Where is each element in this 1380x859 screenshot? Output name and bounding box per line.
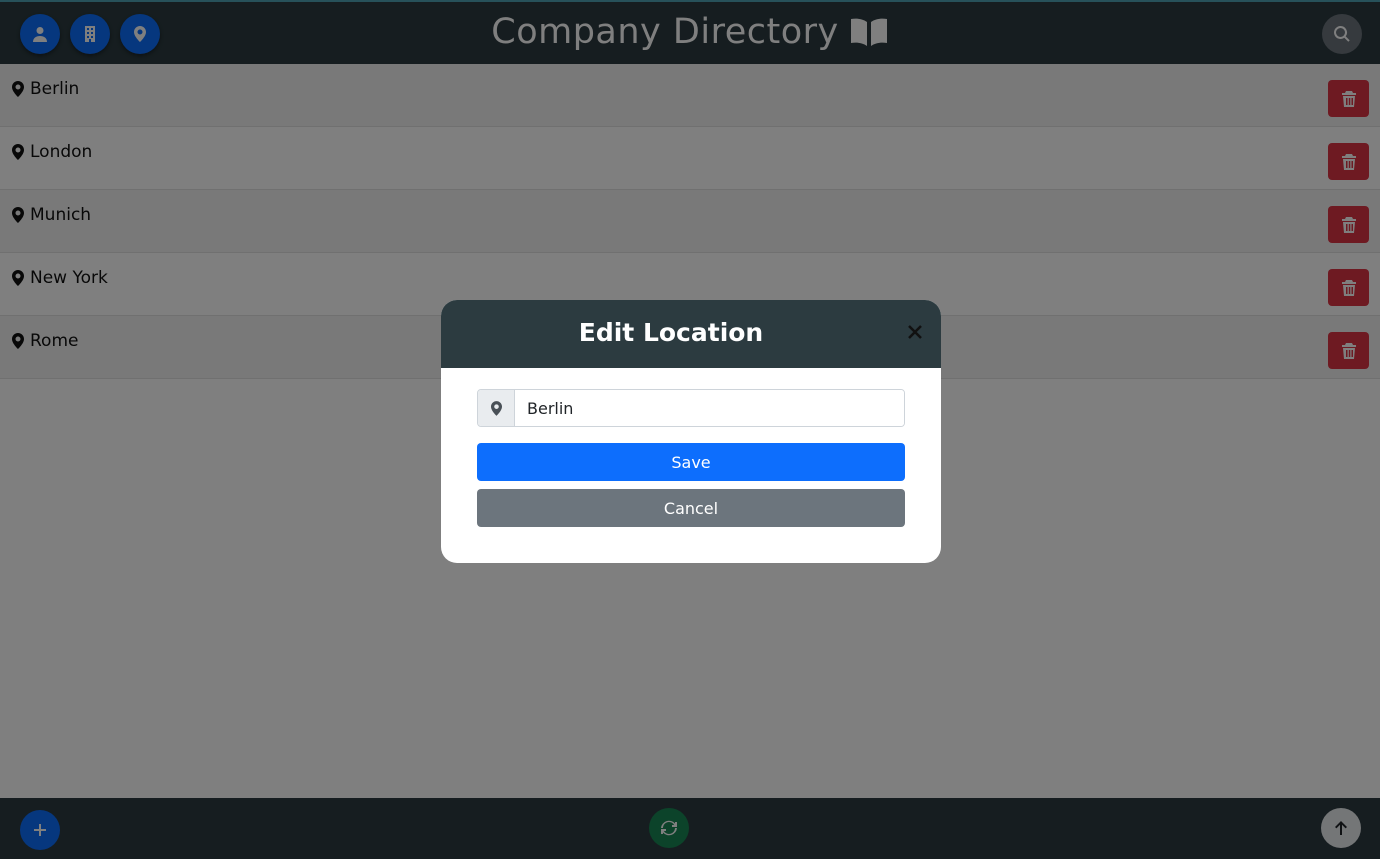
location-input-group xyxy=(477,389,905,427)
location-pin-icon xyxy=(490,400,502,416)
input-addon xyxy=(478,390,515,426)
cancel-button[interactable]: Cancel xyxy=(477,489,905,527)
close-button[interactable] xyxy=(905,322,925,342)
edit-location-modal: Edit Location Save Cancel xyxy=(441,300,941,563)
close-icon xyxy=(908,325,922,339)
modal-header: Edit Location xyxy=(441,300,941,368)
modal-title: Edit Location xyxy=(578,318,764,347)
save-button[interactable]: Save xyxy=(477,443,905,481)
location-name-input[interactable] xyxy=(515,390,904,426)
